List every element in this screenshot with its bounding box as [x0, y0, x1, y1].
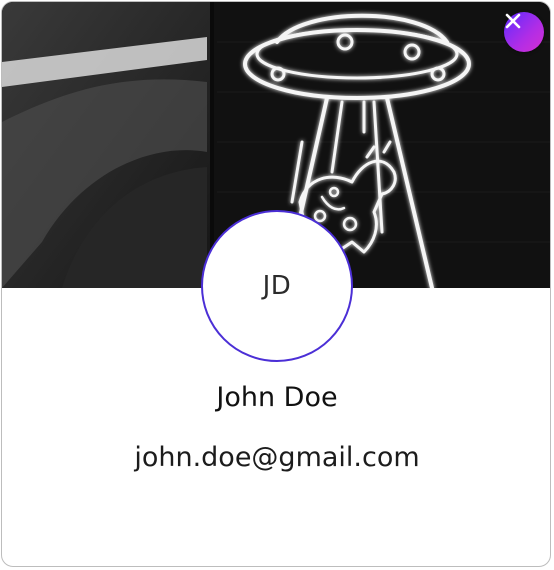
avatar-initials: JD [262, 271, 292, 301]
avatar: JD [201, 210, 353, 362]
close-button[interactable] [504, 12, 544, 52]
profile-name: John Doe [216, 382, 338, 413]
profile-email: john.doe@gmail.com [134, 442, 420, 473]
profile-card: JD John Doe john.doe@gmail.com [1, 1, 551, 567]
close-icon [505, 13, 521, 29]
